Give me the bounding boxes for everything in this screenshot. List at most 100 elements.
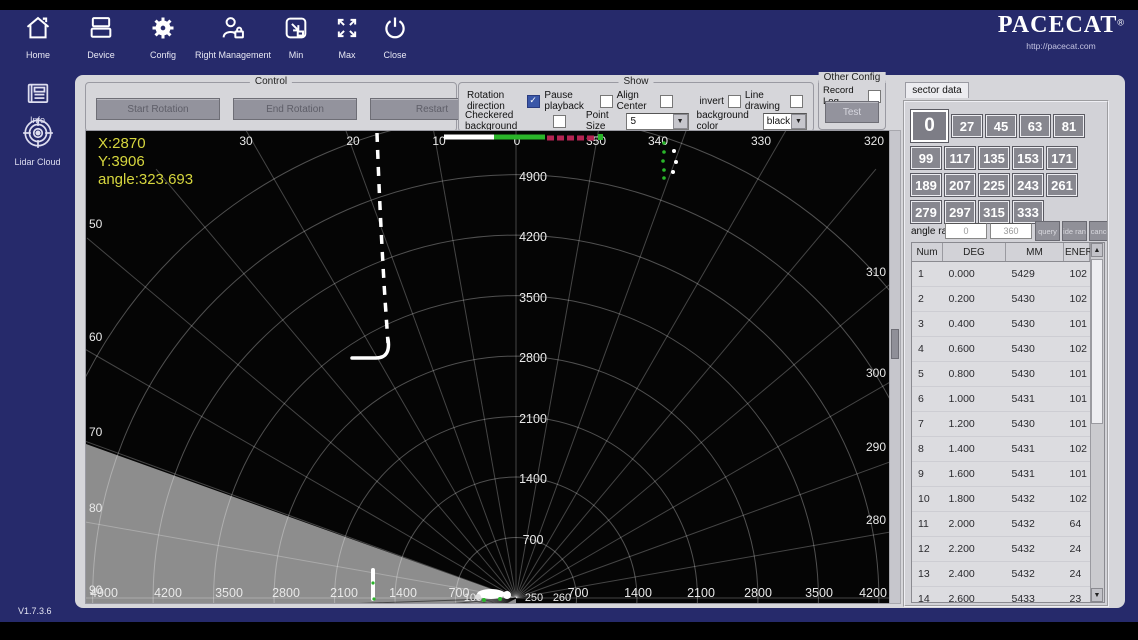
sector-angle-button-63[interactable]: 63 (1020, 115, 1050, 137)
sector-angle-button-297[interactable]: 297 (945, 201, 975, 223)
sector-angle-button-171[interactable]: 171 (1047, 147, 1077, 169)
hide-range-button[interactable]: hide rang (1062, 221, 1087, 241)
sector-angle-button-333[interactable]: 333 (1013, 201, 1043, 223)
table-row[interactable]: 10.0005429102 (912, 262, 1090, 287)
chevron-down-icon: ▼ (673, 114, 688, 129)
cursor-readout: X:2870 Y:3906 angle:323.693 (98, 135, 193, 189)
radar-viewport[interactable]: 4900420035002800210014007003020100350340… (85, 130, 890, 604)
invert-checkbox[interactable] (728, 95, 741, 108)
col-num[interactable]: Num (912, 243, 943, 262)
sector-angle-button-0[interactable]: 0 (911, 110, 948, 142)
sector-angle-button-153[interactable]: 153 (1013, 147, 1043, 169)
svg-text:2100: 2100 (519, 412, 547, 426)
angle-range-from-input[interactable]: 0 (945, 223, 987, 239)
end-rotation-button[interactable]: End Rotation (233, 98, 357, 120)
cancel-button[interactable]: cancel (1089, 221, 1109, 241)
user-lock-icon (191, 14, 275, 47)
table-row[interactable]: 91.6005431101 (912, 462, 1090, 487)
maximize-icon (326, 14, 368, 47)
sector-angle-button-315[interactable]: 315 (979, 201, 1009, 223)
svg-text:80: 80 (89, 501, 103, 515)
sector-angle-button-207[interactable]: 207 (945, 174, 975, 196)
angle-range-to-input[interactable]: 360 (990, 223, 1032, 239)
svg-text:4200: 4200 (519, 230, 547, 244)
brand-url[interactable]: http://pacecat.com (998, 41, 1124, 51)
sector-angle-button-243[interactable]: 243 (1013, 174, 1043, 196)
sector-angle-button-99[interactable]: 99 (911, 147, 941, 169)
align-center-checkbox[interactable] (660, 95, 673, 108)
svg-text:340: 340 (648, 134, 668, 148)
table-scrollbar-thumb[interactable] (1091, 259, 1103, 424)
point-size-select[interactable]: 5 ▼ (626, 113, 688, 130)
line-drawing-label: Line drawing (745, 90, 786, 112)
sector-angle-button-279[interactable]: 279 (911, 201, 941, 223)
svg-text:10: 10 (432, 134, 446, 148)
scroll-up-icon[interactable]: ▲ (1091, 243, 1103, 257)
checkered-background-checkbox[interactable] (553, 115, 566, 128)
col-energy[interactable]: ENERGY (1064, 243, 1090, 262)
svg-text:4200: 4200 (859, 586, 887, 600)
table-scrollbar[interactable]: ▲ ▼ (1090, 243, 1104, 602)
table-row[interactable]: 132.400543224 (912, 562, 1090, 587)
toolbar-item-max[interactable]: Max (326, 14, 368, 60)
sector-angle-button-81[interactable]: 81 (1054, 115, 1084, 137)
start-rotation-button[interactable]: Start Rotation (96, 98, 220, 120)
table-row[interactable]: 30.4005430101 (912, 312, 1090, 337)
sector-angle-button-261[interactable]: 261 (1047, 174, 1077, 196)
svg-text:30: 30 (239, 134, 253, 148)
col-mm[interactable]: MM (1006, 243, 1064, 262)
svg-text:60: 60 (89, 330, 103, 344)
device-icon (76, 14, 126, 47)
table-row[interactable]: 20.2005430102 (912, 287, 1090, 312)
scrollbar-thumb[interactable] (891, 329, 899, 359)
toolbar-item-right-management[interactable]: Right Management (191, 14, 275, 60)
table-row[interactable]: 101.8005432102 (912, 487, 1090, 512)
tab-sector-data[interactable]: sector data (905, 82, 969, 98)
toolbar-item-home[interactable]: Home (14, 14, 62, 60)
table-row[interactable]: 61.0005431101 (912, 387, 1090, 412)
sector-angle-button-27[interactable]: 27 (952, 115, 982, 137)
table-row[interactable]: 81.4005431102 (912, 437, 1090, 462)
svg-text:70: 70 (89, 425, 103, 439)
point-size-label: Point Size (586, 110, 623, 132)
brand-logo: PACECAT® http://pacecat.com (998, 12, 1124, 51)
sidebar-item-lidar-cloud[interactable]: Lidar Cloud (0, 116, 75, 167)
rotation-direction-checkbox[interactable] (527, 95, 540, 108)
cursor-y: Y:3906 (98, 153, 193, 171)
table-row[interactable]: 142.600543323 (912, 587, 1090, 604)
toolbar-item-min[interactable]: Min (275, 14, 317, 60)
sector-angle-button-45[interactable]: 45 (986, 115, 1016, 137)
radar-vertical-scrollbar[interactable] (889, 130, 901, 604)
rotation-direction-label: Rotation direction (467, 90, 523, 112)
svg-text:2800: 2800 (272, 586, 300, 600)
toolbar-item-device[interactable]: Device (76, 14, 126, 60)
sector-angle-button-225[interactable]: 225 (979, 174, 1009, 196)
toolbar-item-config[interactable]: Config (138, 14, 188, 60)
main-panel: Control Start Rotation End Rotation Rest… (75, 75, 1125, 608)
radar-canvas[interactable]: 4900420035002800210014007003020100350340… (86, 131, 889, 603)
col-deg[interactable]: DEG (943, 243, 1006, 262)
sector-data-panel: 0274563819911713515317118920722524326127… (903, 100, 1109, 607)
brand-name: PACECAT (998, 12, 1117, 38)
test-button[interactable]: Test (825, 101, 879, 123)
cursor-angle: angle:323.693 (98, 171, 193, 189)
table-row[interactable]: 122.200543224 (912, 537, 1090, 562)
line-drawing-checkbox[interactable] (790, 95, 803, 108)
background-color-select[interactable]: black ▼ (763, 113, 807, 130)
sector-angle-button-135[interactable]: 135 (979, 147, 1009, 169)
show-title: Show (618, 76, 653, 87)
sector-table: Num DEG MM ENERGY 10.000542910220.200543… (911, 242, 1105, 603)
query-button[interactable]: query (1035, 221, 1060, 241)
toolbar-item-close[interactable]: Close (372, 14, 418, 60)
svg-text:3500: 3500 (805, 586, 833, 600)
pause-playback-checkbox[interactable] (600, 95, 613, 108)
sector-angle-button-117[interactable]: 117 (945, 147, 975, 169)
checkered-background-label: Checkered background (465, 110, 549, 132)
table-row[interactable]: 112.000543264 (912, 512, 1090, 537)
table-row[interactable]: 50.8005430101 (912, 362, 1090, 387)
sector-angle-button-189[interactable]: 189 (911, 174, 941, 196)
svg-text:3500: 3500 (215, 586, 243, 600)
scroll-down-icon[interactable]: ▼ (1091, 588, 1103, 602)
table-row[interactable]: 71.2005430101 (912, 412, 1090, 437)
table-row[interactable]: 40.6005430102 (912, 337, 1090, 362)
